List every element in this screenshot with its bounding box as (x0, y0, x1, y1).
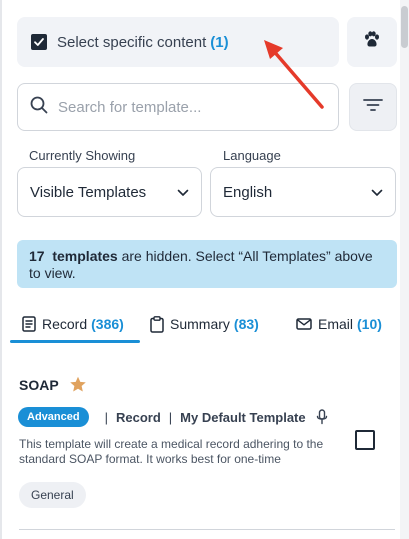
scrollbar-thumb[interactable] (401, 6, 408, 48)
microphone-icon (316, 409, 328, 425)
card-divider (19, 529, 395, 530)
currently-showing-label: Currently Showing (29, 148, 136, 163)
search-input[interactable] (58, 98, 318, 116)
tab-email-label: Email (318, 316, 354, 332)
default-template-label: My Default Template (180, 409, 306, 425)
currently-showing-value: Visible Templates (30, 183, 147, 201)
language-select[interactable]: English (210, 167, 396, 217)
tab-record[interactable]: Record (386) (10, 306, 140, 342)
star-icon[interactable] (69, 376, 87, 393)
category-tag[interactable]: General (19, 482, 86, 508)
search-icon (30, 96, 48, 119)
tab-record-count: (386) (91, 316, 124, 332)
meta-separator: | (104, 409, 108, 425)
template-description: This template will create a medical reco… (19, 437, 324, 466)
filter-button[interactable] (349, 83, 397, 131)
tab-summary-count: (83) (233, 316, 259, 332)
tab-summary-label: Summary (170, 316, 230, 332)
paw-icon (362, 30, 382, 55)
tab-email[interactable]: Email (10) (296, 306, 382, 342)
panel-left-border (0, 0, 2, 539)
mail-icon (296, 318, 312, 330)
active-tab-indicator (10, 340, 140, 343)
chevron-down-icon (177, 184, 189, 201)
document-icon (22, 316, 36, 332)
search-box[interactable] (17, 83, 339, 131)
template-title: SOAP (19, 376, 59, 393)
hidden-count: 17 (29, 248, 45, 264)
select-row: Select specific content (1) (17, 17, 397, 67)
filter-icon (363, 98, 383, 117)
template-select-checkbox[interactable] (355, 430, 375, 450)
advanced-badge: Advanced (18, 407, 89, 427)
chevron-down-icon (371, 184, 383, 201)
hidden-templates-word: templates (52, 248, 118, 264)
select-specific-label: Select specific content (57, 33, 207, 51)
template-tabs: Record (386) Summary (83) Email (10) (0, 306, 400, 343)
search-row (17, 83, 397, 131)
language-label: Language (223, 148, 281, 163)
paw-button[interactable] (347, 17, 397, 67)
language-value: English (223, 183, 273, 201)
tab-record-label: Record (42, 316, 88, 332)
tab-summary[interactable]: Summary (83) (150, 306, 259, 342)
tab-email-count: (10) (357, 316, 382, 332)
template-type: Record (115, 409, 161, 425)
select-specific-count: (1) (210, 33, 229, 51)
checkbox-checked-icon[interactable] (31, 34, 47, 50)
select-specific-content[interactable]: Select specific content (1) (17, 17, 339, 67)
currently-showing-select[interactable]: Visible Templates (17, 167, 202, 217)
meta-separator: | (168, 409, 173, 425)
hidden-templates-notice: 17 templates are hidden. Select “All Tem… (17, 240, 397, 288)
template-card-title[interactable]: SOAP (19, 376, 87, 393)
clipboard-icon (150, 315, 164, 333)
template-meta: Advanced | Record | My Default Template (18, 407, 328, 427)
scrollbar[interactable] (400, 0, 409, 539)
